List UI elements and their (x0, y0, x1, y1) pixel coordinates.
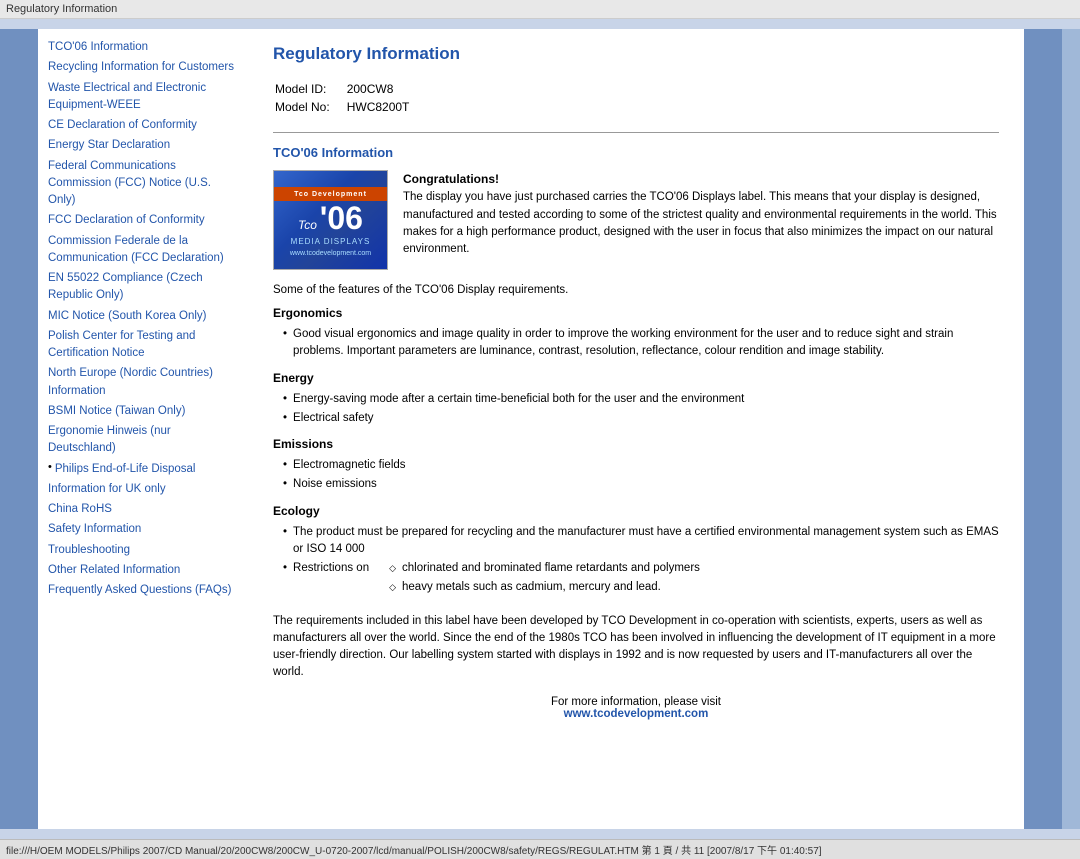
sidebar-item-troubleshooting[interactable]: Troubleshooting (48, 542, 238, 559)
bullet-icon: • (48, 461, 52, 473)
sidebar-item-en55022[interactable]: EN 55022 Compliance (Czech Republic Only… (48, 270, 238, 305)
model-table: Model ID: 200CW8 Model No: HWC8200T (273, 79, 426, 117)
separator (273, 132, 999, 133)
sidebar-item-fcc-notice[interactable]: Federal Communications Commission (FCC) … (48, 158, 238, 210)
list-item: Good visual ergonomics and image quality… (283, 326, 999, 361)
sidebar-item-safety[interactable]: Safety Information (48, 521, 238, 538)
visit-block: For more information, please visit www.t… (273, 696, 999, 720)
sidebar-item-mic[interactable]: MIC Notice (South Korea Only) (48, 308, 238, 325)
model-no-row: Model No: HWC8200T (275, 99, 424, 115)
left-accent-bar (0, 29, 38, 829)
energy-title: Energy (273, 371, 999, 385)
model-id-label: Model ID: (275, 81, 345, 97)
list-item: chlorinated and brominated flame retarda… (389, 560, 700, 577)
sidebar-item-other[interactable]: Other Related Information (48, 562, 238, 579)
sidebar-item-ce[interactable]: CE Declaration of Conformity (48, 117, 238, 134)
status-bar-text: file:///H/OEM MODELS/Philips 2007/CD Man… (6, 846, 822, 857)
tco-logo: Tco Development Tco '06 MEDIA DISPLAYS w… (273, 170, 388, 270)
list-item: Restrictions on chlorinated and brominat… (283, 560, 999, 603)
sidebar-item-uk[interactable]: Information for UK only (48, 481, 238, 498)
status-bar: file:///H/OEM MODELS/Philips 2007/CD Man… (0, 839, 1080, 859)
model-no-label: Model No: (275, 99, 345, 115)
sidebar-item-bsmi[interactable]: BSMI Notice (Taiwan Only) (48, 403, 238, 420)
list-item: The product must be prepared for recycli… (283, 524, 999, 559)
browser-title-bar: Regulatory Information (0, 0, 1080, 19)
congrats-text: The display you have just purchased carr… (403, 189, 999, 258)
ergonomics-title: Ergonomics (273, 306, 999, 320)
sidebar-item-recycling[interactable]: Recycling Information for Customers (48, 59, 238, 76)
congrats-block: Congratulations! The display you have ju… (403, 170, 999, 258)
list-item: Electrical safety (283, 410, 999, 427)
model-id-value: 200CW8 (347, 81, 425, 97)
visit-text: For more information, please visit (273, 696, 999, 708)
tco-website-label: www.tcodevelopment.com (290, 250, 371, 257)
browser-title-text: Regulatory Information (6, 3, 117, 15)
tco-block: Tco Development Tco '06 MEDIA DISPLAYS w… (273, 170, 999, 270)
ecology-list: The product must be prepared for recycli… (273, 524, 999, 603)
energy-list: Energy-saving mode after a certain time-… (273, 391, 999, 428)
sidebar-item-ergonomie[interactable]: Ergonomie Hinweis (nur Deutschland) (48, 423, 238, 458)
sidebar-item-philips-wrapper: • Philips End-of-Life Disposal (48, 461, 238, 481)
sidebar-item-commission[interactable]: Commission Federale de la Communication … (48, 233, 238, 268)
tco-number: '06 (320, 200, 363, 236)
right-accent-bar (1024, 29, 1062, 829)
visit-link[interactable]: www.tcodevelopment.com (564, 708, 709, 720)
sidebar-item-weee[interactable]: Waste Electrical and Electronic Equipmen… (48, 80, 238, 115)
model-no-value: HWC8200T (347, 99, 425, 115)
some-features-text: Some of the features of the TCO'06 Displ… (273, 284, 999, 296)
ecology-title: Ecology (273, 504, 999, 518)
sidebar-item-fcc-declaration[interactable]: FCC Declaration of Conformity (48, 212, 238, 229)
emissions-title: Emissions (273, 437, 999, 451)
bottom-text: The requirements included in this label … (273, 613, 999, 682)
congrats-heading: Congratulations! (403, 172, 499, 186)
page-title: Regulatory Information (273, 44, 999, 64)
sidebar-item-tco06[interactable]: TCO'06 Information (48, 39, 238, 56)
emissions-list: Electromagnetic fields Noise emissions (273, 457, 999, 494)
sidebar-item-nordic[interactable]: North Europe (Nordic Countries) Informat… (48, 365, 238, 400)
sidebar: TCO'06 Information Recycling Information… (38, 29, 248, 829)
main-content: Regulatory Information Model ID: 200CW8 … (248, 29, 1024, 829)
sidebar-item-philips[interactable]: Philips End-of-Life Disposal (55, 461, 196, 478)
list-item: Energy-saving mode after a certain time-… (283, 391, 999, 408)
section-title: TCO'06 Information (273, 145, 999, 160)
sidebar-item-china[interactable]: China RoHS (48, 501, 238, 518)
sidebar-item-energy-star[interactable]: Energy Star Declaration (48, 137, 238, 154)
list-item: Noise emissions (283, 476, 999, 493)
sidebar-item-faqs[interactable]: Frequently Asked Questions (FAQs) (48, 582, 238, 599)
list-item: heavy metals such as cadmium, mercury an… (389, 579, 700, 596)
ecology-sub-list: chlorinated and brominated flame retarda… (369, 560, 700, 599)
right-accent-bar2 (1062, 29, 1080, 829)
tco-stripe: Tco Development (274, 187, 387, 201)
model-id-row: Model ID: 200CW8 (275, 81, 424, 97)
ergonomics-list: Good visual ergonomics and image quality… (273, 326, 999, 361)
sidebar-item-polish[interactable]: Polish Center for Testing and Certificat… (48, 328, 238, 363)
tco-media-label: MEDIA DISPLAYS (291, 237, 371, 246)
list-item: Electromagnetic fields (283, 457, 999, 474)
